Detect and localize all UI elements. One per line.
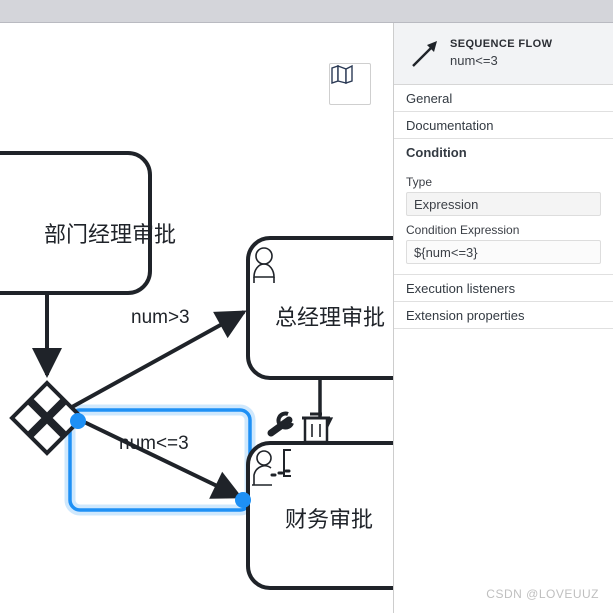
condition-type-select[interactable] xyxy=(406,192,601,216)
wrench-icon[interactable] xyxy=(267,411,294,437)
condition-group-body: Type Condition Expression xyxy=(394,166,613,275)
task-gm-label: 总经理审批 xyxy=(275,306,385,331)
flow-target-handle[interactable] xyxy=(235,492,251,508)
bpmn-diagram[interactable]: 部门经理审批 总经理审批 财务审批 num>3 num<=3 xyxy=(0,23,393,613)
flow-label-num-le-3: num<=3 xyxy=(119,433,189,454)
properties-panel: SEQUENCE FLOW num<=3 General Documentati… xyxy=(393,23,613,613)
panel-group-documentation[interactable]: Documentation xyxy=(394,112,613,139)
panel-header: SEQUENCE FLOW num<=3 xyxy=(394,23,613,85)
app-root: 部门经理审批 总经理审批 财务审批 num>3 num<=3 SEQUENCE … xyxy=(0,0,613,613)
map-icon xyxy=(331,64,353,84)
context-pad[interactable] xyxy=(267,411,330,444)
panel-group-execution-listeners[interactable]: Execution listeners xyxy=(394,275,613,302)
flow-label-num-gt-3: num>3 xyxy=(131,307,190,328)
task-dept-manager-label: 部门经理审批 xyxy=(44,223,176,248)
trash-icon[interactable] xyxy=(302,412,330,444)
panel-group-condition[interactable]: Condition xyxy=(394,139,613,166)
watermark: CSDN @LOVEUUZ xyxy=(486,587,599,601)
top-toolbar-strip xyxy=(0,0,613,23)
condition-type-label: Type xyxy=(406,175,433,189)
condition-expression-input[interactable] xyxy=(406,240,601,264)
condition-expression-label: Condition Expression xyxy=(406,223,520,237)
minimap-toggle-button[interactable] xyxy=(329,63,371,105)
flow-gateway-to-finance[interactable] xyxy=(79,418,243,499)
bpmn-canvas[interactable]: 部门经理审批 总经理审批 财务审批 num>3 num<=3 xyxy=(0,23,393,613)
sequence-flow-arrow-icon xyxy=(404,37,446,71)
panel-subtitle: num<=3 xyxy=(450,53,498,69)
panel-title: SEQUENCE FLOW xyxy=(450,37,553,50)
panel-group-general[interactable]: General xyxy=(394,85,613,112)
flow-source-handle[interactable] xyxy=(70,413,86,429)
panel-group-extension-properties[interactable]: Extension properties xyxy=(394,302,613,329)
task-finance-label: 财务审批 xyxy=(285,508,373,533)
